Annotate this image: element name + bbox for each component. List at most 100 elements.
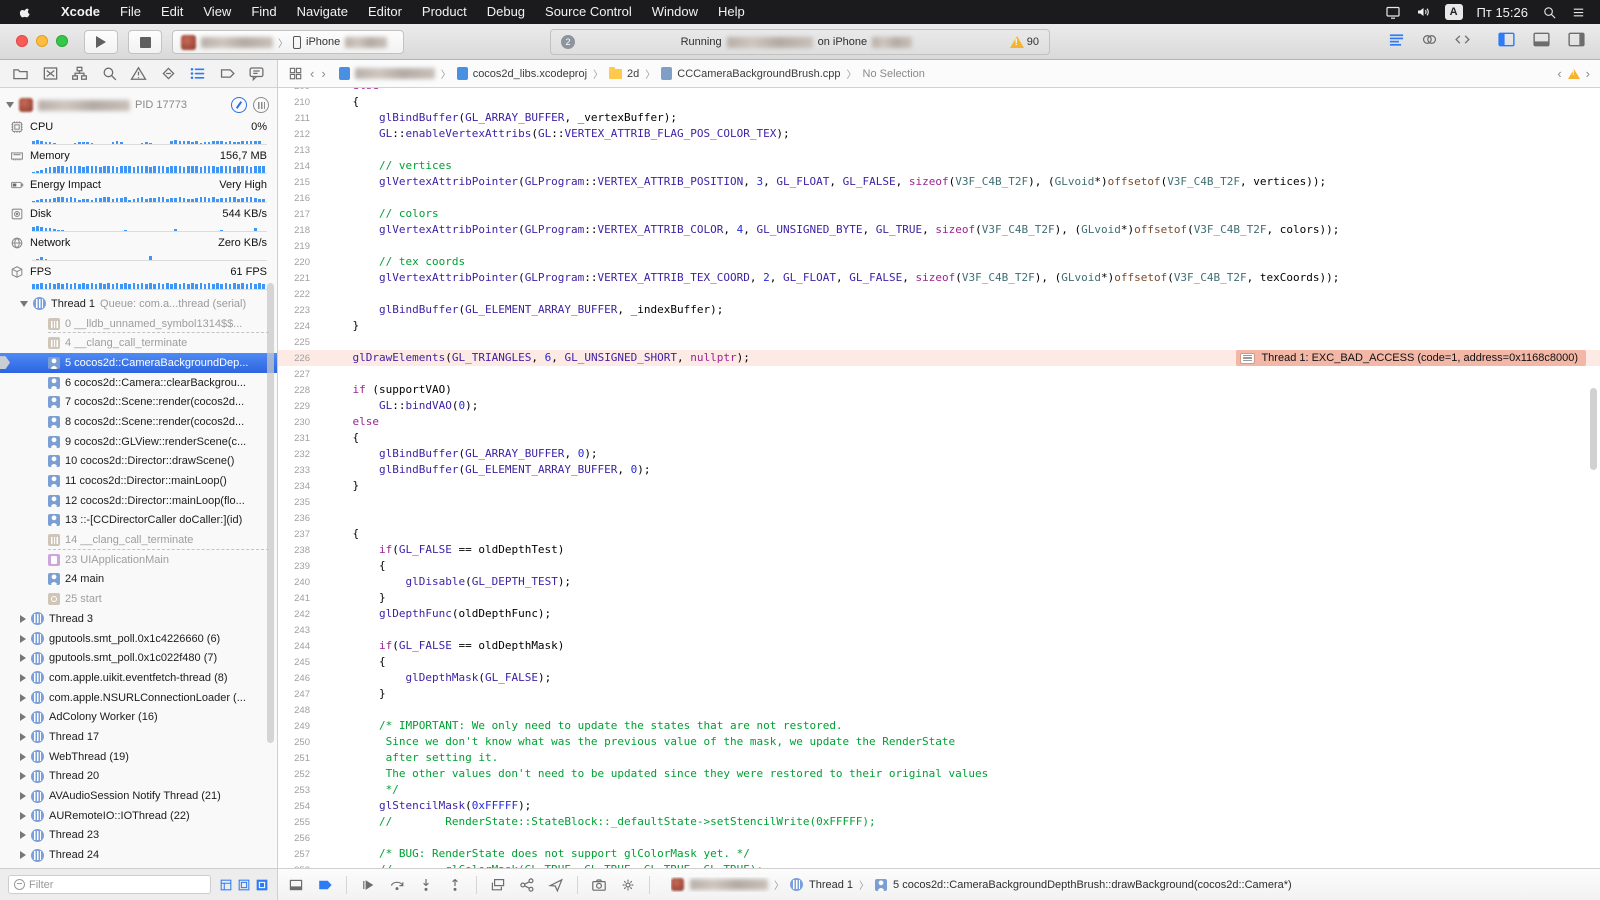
code-line[interactable]: 250 Since we don't know what was the pre…: [278, 734, 1600, 750]
gauge-fps[interactable]: FPS 61 FPS: [0, 263, 277, 292]
code-line[interactable]: 232 glBindBuffer(GL_ARRAY_BUFFER, 0);: [278, 446, 1600, 462]
error-code-line[interactable]: 226 glDrawElements(GL_TRIANGLES, 6, GL_U…: [278, 350, 1600, 366]
issue-warning-icon[interactable]: [1567, 68, 1580, 79]
project-navigator-icon[interactable]: [12, 65, 29, 82]
screenshot-camera-icon[interactable]: [591, 877, 607, 893]
active-view-toggle-icon[interactable]: [255, 878, 269, 892]
source-control-navigator-icon[interactable]: [42, 65, 59, 82]
menu-item-editor[interactable]: Editor: [358, 4, 412, 19]
code-line[interactable]: 220 // tex coords: [278, 254, 1600, 270]
code-line[interactable]: 223 glBindBuffer(GL_ELEMENT_ARRAY_BUFFER…: [278, 302, 1600, 318]
menu-item-find[interactable]: Find: [241, 4, 286, 19]
gauge-energy-impact[interactable]: Energy Impact Very High: [0, 176, 277, 205]
gauge-network[interactable]: Network Zero KB/s: [0, 234, 277, 263]
disclosure-triangle-icon[interactable]: [20, 654, 26, 663]
code-line[interactable]: 254 glStencilMask(0xFFFFF);: [278, 798, 1600, 814]
stacked-view-toggle-icon[interactable]: [237, 878, 251, 892]
sidebar-scrollbar[interactable]: [267, 283, 274, 743]
code-line[interactable]: 241 }: [278, 590, 1600, 606]
gauge-columns-button[interactable]: [253, 97, 269, 113]
code-line[interactable]: 211 glBindBuffer(GL_ARRAY_BUFFER, _verte…: [278, 110, 1600, 126]
breadcrumb-item[interactable]: [338, 67, 435, 80]
breakpoint-navigator-icon[interactable]: [219, 65, 236, 82]
step-over-icon[interactable]: [389, 877, 405, 893]
code-line[interactable]: 239 {: [278, 558, 1600, 574]
back-chevron-icon[interactable]: ‹: [310, 66, 314, 81]
related-items-icon[interactable]: [288, 66, 303, 81]
forward-chevron-icon[interactable]: ›: [321, 66, 325, 81]
code-line[interactable]: 228 if (supportVAO): [278, 382, 1600, 398]
menu-item-help[interactable]: Help: [708, 4, 755, 19]
code-line[interactable]: 218 glVertexAttribPointer(GLProgram::VER…: [278, 222, 1600, 238]
code-line[interactable]: 242 glDepthFunc(oldDepthFunc);: [278, 606, 1600, 622]
spotlight-search-icon[interactable]: [1542, 5, 1557, 20]
code-line[interactable]: 216: [278, 190, 1600, 206]
assistant-editor-button[interactable]: [1421, 31, 1438, 48]
thread-row[interactable]: Thread 1 Queue: com.a...thread (serial): [0, 294, 277, 314]
disclosure-triangle-icon[interactable]: [20, 851, 26, 860]
disclosure-triangle-icon[interactable]: [20, 300, 28, 307]
disclosure-triangle-icon[interactable]: [20, 713, 26, 722]
previous-issue-chevron-icon[interactable]: ‹: [1557, 66, 1561, 81]
disclosure-triangle-icon[interactable]: [20, 772, 26, 781]
code-line[interactable]: 214 // vertices: [278, 158, 1600, 174]
menu-item-navigate[interactable]: Navigate: [287, 4, 358, 19]
thread-row[interactable]: Thread 3: [0, 609, 277, 629]
code-line[interactable]: 229 GL::bindVAO(0);: [278, 398, 1600, 414]
debug-navigator-icon[interactable]: [189, 65, 206, 82]
process-row[interactable]: PID 17773: [0, 92, 277, 118]
standard-editor-button[interactable]: [1388, 31, 1405, 48]
disclosure-triangle-icon[interactable]: [6, 102, 14, 108]
code-line[interactable]: 252 The other values don't need to be up…: [278, 766, 1600, 782]
menu-item-source-control[interactable]: Source Control: [535, 4, 642, 19]
code-line[interactable]: 248: [278, 702, 1600, 718]
stack-frame-row[interactable]: 5 cocos2d::CameraBackgroundDep...: [0, 353, 277, 373]
hide-debug-area-icon[interactable]: [288, 877, 304, 893]
menu-item-xcode[interactable]: Xcode: [51, 4, 110, 19]
thread-row[interactable]: AURemoteIO::IOThread (22): [0, 806, 277, 826]
navigator-toggle-button[interactable]: [1497, 30, 1516, 49]
thread-row[interactable]: Thread 17: [0, 727, 277, 747]
code-line[interactable]: 227: [278, 366, 1600, 382]
view-hierarchy-icon[interactable]: [490, 877, 506, 893]
code-line[interactable]: 217 // colors: [278, 206, 1600, 222]
pause-gauges-button[interactable]: [231, 97, 247, 113]
activity-status-display[interactable]: 2 Running on iPhone 90: [550, 29, 1050, 55]
find-navigator-icon[interactable]: [101, 65, 118, 82]
volume-icon[interactable]: [1415, 4, 1431, 20]
code-line[interactable]: 219: [278, 238, 1600, 254]
warning-count[interactable]: 90: [1009, 36, 1039, 48]
close-window-button[interactable]: [16, 35, 28, 47]
code-line[interactable]: 257 /* BUG: RenderState does not support…: [278, 846, 1600, 862]
disclosure-triangle-icon[interactable]: [20, 792, 26, 801]
code-line[interactable]: 235: [278, 494, 1600, 510]
thread-row[interactable]: Thread 23: [0, 826, 277, 846]
issue-navigator-icon[interactable]: [130, 65, 147, 82]
inspector-toggle-button[interactable]: [1567, 30, 1586, 49]
stack-frame-row[interactable]: 7 cocos2d::Scene::render(cocos2d...: [0, 392, 277, 412]
stack-frame-row[interactable]: 14 __clang_call_terminate: [0, 530, 277, 550]
code-line[interactable]: 238 if(GL_FALSE == oldDepthTest): [278, 542, 1600, 558]
memory-graph-icon[interactable]: [519, 877, 535, 893]
code-line[interactable]: 224 }: [278, 318, 1600, 334]
minimize-window-button[interactable]: [36, 35, 48, 47]
code-line[interactable]: 210 {: [278, 94, 1600, 110]
code-line[interactable]: 237 {: [278, 526, 1600, 542]
menu-item-file[interactable]: File: [110, 4, 151, 19]
thread-crumb[interactable]: Thread 1: [809, 879, 853, 891]
report-navigator-icon[interactable]: [248, 65, 265, 82]
thread-row[interactable]: com.apple.NSURLConnectionLoader (...: [0, 688, 277, 708]
debug-gear-icon[interactable]: [620, 877, 636, 893]
code-line[interactable]: 225: [278, 334, 1600, 350]
simulate-location-icon[interactable]: [548, 877, 564, 893]
code-line[interactable]: 231 {: [278, 430, 1600, 446]
step-into-icon[interactable]: [418, 877, 434, 893]
disclosure-triangle-icon[interactable]: [20, 831, 26, 840]
thread-row[interactable]: gputools.smt_poll.0x1c022f480 (7): [0, 648, 277, 668]
continue-icon[interactable]: [360, 877, 376, 893]
thread-row[interactable]: Thread 20: [0, 767, 277, 787]
code-line[interactable]: 249 /* IMPORTANT: We only need to update…: [278, 718, 1600, 734]
code-line[interactable]: 244 if(GL_FALSE == oldDepthMask): [278, 638, 1600, 654]
breadcrumb-item[interactable]: cocos2d_libs.xcodeproj: [456, 67, 587, 80]
code-line[interactable]: 233 glBindBuffer(GL_ELEMENT_ARRAY_BUFFER…: [278, 462, 1600, 478]
